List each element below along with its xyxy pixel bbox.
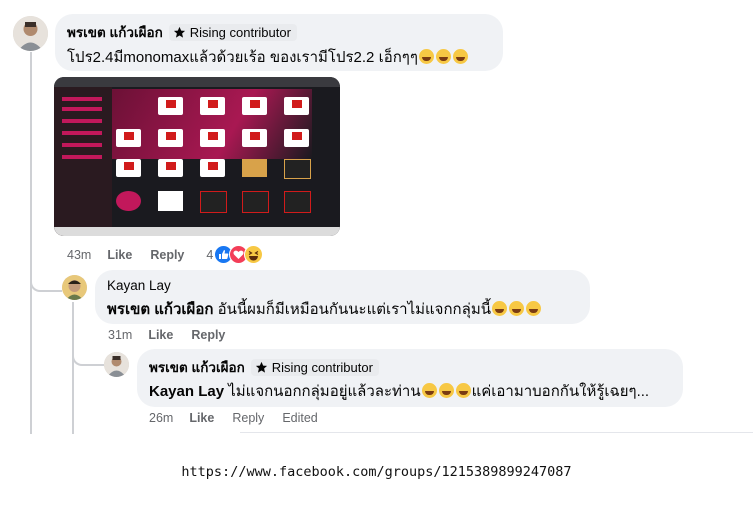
reply-text: ไม่แจกนอกกลุ่มอยู่แล้วละท่าน	[224, 383, 421, 400]
reply-bubble: พรเขต แก้วเผือก Rising contributor Kayan…	[137, 349, 683, 407]
laughing-emoji-icon	[508, 301, 524, 316]
reactions[interactable]	[214, 245, 264, 264]
source-url: https://www.facebook.com/groups/12153898…	[181, 464, 572, 480]
haha-reaction-icon	[244, 245, 264, 264]
avatar[interactable]	[104, 352, 129, 377]
comment-actions: 43m Like Reply 4	[67, 245, 264, 264]
like-button[interactable]: Like	[148, 328, 173, 342]
reply-text-continued: แค่เอามาบอกกันให้รู้เฉยๆ...	[471, 383, 650, 400]
star-icon	[173, 26, 185, 38]
comment-text-line: โปร2.4มีmonomaxแล้วด้วยเร้อ ของเรามีโปร2…	[67, 45, 469, 69]
rising-contributor-badge[interactable]: Rising contributor	[168, 23, 297, 41]
reply-time[interactable]: 31m	[108, 328, 132, 342]
reply-author[interactable]: พรเขต แก้วเผือก	[149, 356, 245, 378]
thread-connector	[30, 270, 62, 292]
edited-label: Edited	[282, 411, 318, 425]
reply-text: อันนี้ผมก็มีเหมือนกันนะแต่เราไม่แจกกลุ่ม…	[213, 301, 491, 318]
reply-button[interactable]: Reply	[191, 328, 225, 342]
avatar-photo-icon	[62, 275, 87, 300]
comment-image[interactable]	[54, 77, 340, 236]
reply-author[interactable]: Kayan Lay	[107, 278, 171, 293]
mention-link[interactable]: พรเขต แก้วเผือก	[107, 301, 213, 318]
like-button[interactable]: Like	[189, 411, 214, 425]
rising-contributor-badge[interactable]: Rising contributor	[250, 358, 379, 376]
divider	[240, 432, 753, 433]
avatar-photo-icon	[13, 16, 48, 51]
laughing-emoji-icon	[455, 383, 471, 398]
avatar[interactable]	[62, 275, 87, 300]
avatar-photo-icon	[104, 352, 129, 377]
comment-author[interactable]: พรเขต แก้วเผือก	[67, 21, 163, 43]
badge-label: Rising contributor	[271, 359, 373, 375]
thread-line-nested	[72, 302, 74, 434]
reply-actions: 26m Like Reply Edited	[149, 411, 318, 425]
reply-text-line: พรเขต แก้วเผือก อันนี้ผมก็มีเหมือนกันนะแ…	[107, 297, 542, 321]
comment-time[interactable]: 43m	[67, 248, 91, 262]
avatar[interactable]	[13, 16, 48, 51]
mention-link[interactable]: Kayan Lay	[149, 383, 224, 400]
laughing-emoji-icon	[435, 49, 451, 64]
laughing-emoji-icon	[452, 49, 468, 64]
comment-bubble: พรเขต แก้วเผือก Rising contributor โปร2.…	[55, 14, 503, 71]
reply-button[interactable]: Reply	[150, 248, 184, 262]
reply-bubble: Kayan Lay พรเขต แก้วเผือก อันนี้ผมก็มีเห…	[95, 270, 590, 324]
badge-label: Rising contributor	[189, 24, 291, 40]
thread-line	[30, 52, 32, 434]
comment-text: โปร2.4มีmonomaxแล้วด้วยเร้อ ของเรามีโปร2…	[67, 49, 418, 66]
thread-connector-nested	[72, 344, 104, 366]
laughing-emoji-icon	[491, 301, 507, 316]
like-button[interactable]: Like	[107, 248, 132, 262]
laughing-emoji-icon	[421, 383, 437, 398]
reply-text-line: Kayan Lay ไม่แจกนอกกลุ่มอยู่แล้วละท่าน แค…	[149, 379, 649, 403]
reply-button[interactable]: Reply	[232, 411, 264, 425]
reaction-count[interactable]: 4	[206, 248, 213, 262]
laughing-emoji-icon	[418, 49, 434, 64]
reply-time[interactable]: 26m	[149, 411, 173, 425]
star-icon	[255, 361, 267, 373]
reply-actions: 31m Like Reply	[108, 328, 225, 342]
laughing-emoji-icon	[525, 301, 541, 316]
laughing-emoji-icon	[438, 383, 454, 398]
